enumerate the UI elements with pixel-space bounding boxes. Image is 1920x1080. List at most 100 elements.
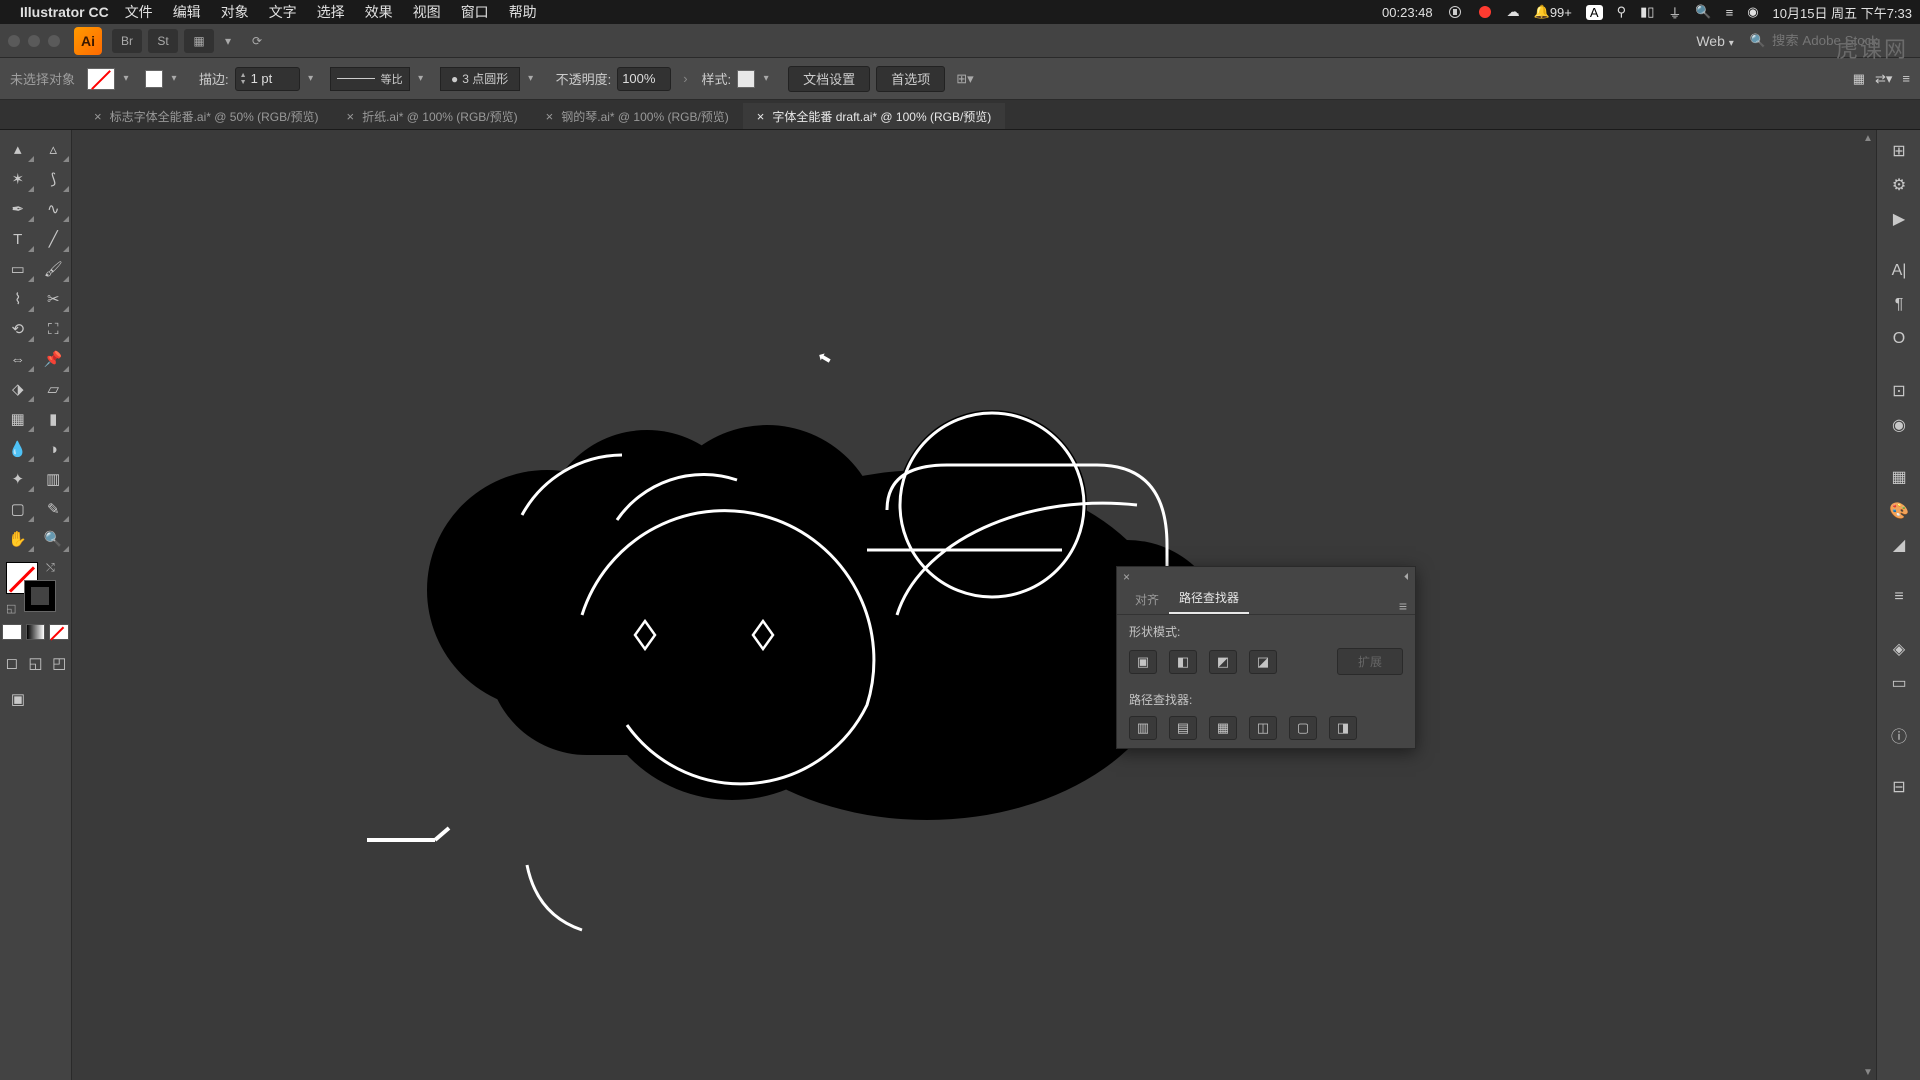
close-icon[interactable]: × (757, 109, 765, 124)
align-tab[interactable]: 对齐 (1125, 585, 1169, 614)
bluetooth-icon[interactable]: ⚲ (1617, 4, 1627, 20)
libraries-panel-icon[interactable]: ⚙ (1877, 168, 1920, 202)
fill-stroke-control[interactable]: ⤭ ◱ (6, 562, 71, 620)
wechat-icon[interactable]: ☁︎ (1507, 4, 1520, 20)
draw-normal-icon[interactable]: ◻ (0, 648, 24, 678)
shape-builder-tool[interactable]: ⬗ (0, 374, 36, 404)
window-controls[interactable] (8, 35, 60, 47)
opacity-field[interactable] (617, 67, 671, 91)
column-graph-tool[interactable]: ▥ (36, 464, 72, 494)
battery-icon[interactable]: ▮▯ (1640, 4, 1654, 20)
direct-selection-tool[interactable]: ▵ (36, 134, 72, 164)
screen-mode-icon[interactable]: ▣ (0, 684, 36, 714)
gpu-preview-icon[interactable]: ⟳ (242, 29, 272, 53)
rotate-tool[interactable]: ⟲ (0, 314, 36, 344)
app-name[interactable]: Illustrator CC (20, 4, 109, 20)
transform-panel-icon[interactable]: ⇄▾ (1875, 71, 1892, 87)
symbol-sprayer-tool[interactable]: ✦ (0, 464, 36, 494)
document-tab-active[interactable]: ×字体全能番 draft.ai* @ 100% (RGB/预览) (743, 103, 1006, 129)
panel-close-icon[interactable]: × (1123, 570, 1130, 584)
preferences-button[interactable]: 首选项 (876, 66, 945, 92)
perspective-tool[interactable]: ▱ (36, 374, 72, 404)
stroke-weight-input[interactable] (251, 71, 295, 86)
scale-tool[interactable]: ⛶ (36, 314, 72, 344)
document-setup-button[interactable]: 文档设置 (788, 66, 870, 92)
scroll-up-icon[interactable]: ▲ (1860, 130, 1876, 146)
panel-menu-icon[interactable]: ≡ (1902, 71, 1910, 86)
artboard-tool[interactable]: ▢ (0, 494, 36, 524)
close-icon[interactable]: × (94, 109, 102, 124)
crop-button[interactable]: ◫ (1249, 716, 1277, 740)
color-mode-solid[interactable] (2, 624, 22, 640)
control-center-icon[interactable]: ≡ (1726, 5, 1734, 20)
arrange-documents-button[interactable]: ▦ (184, 29, 214, 53)
pathfinder-panel[interactable]: × ⏴ 对齐 路径查找器 ≡ 形状模式: ▣ ◧ ◩ ◪ 扩展 路径查找器: ▥… (1116, 566, 1416, 749)
stroke-indicator[interactable] (24, 580, 56, 612)
intersect-button[interactable]: ◩ (1209, 650, 1237, 674)
pathfinder-tab[interactable]: 路径查找器 (1169, 583, 1249, 614)
draw-behind-icon[interactable]: ◱ (24, 648, 48, 678)
document-tab[interactable]: ×折纸.ai* @ 100% (RGB/预览) (332, 103, 531, 129)
outline-button[interactable]: ▢ (1289, 716, 1317, 740)
menu-select[interactable]: 选择 (317, 2, 345, 22)
close-icon[interactable]: × (546, 109, 554, 124)
align-to-icon[interactable]: ⊞▾ (956, 71, 973, 87)
fill-dropdown[interactable]: ▾ (119, 68, 133, 90)
isolate-icon[interactable]: ▦ (1853, 71, 1865, 87)
menu-edit[interactable]: 编辑 (173, 2, 201, 22)
search-input[interactable] (1772, 33, 1912, 48)
stock-button[interactable]: St (148, 29, 178, 53)
mesh-tool[interactable]: ▦ (0, 404, 36, 434)
draw-inside-icon[interactable]: ◰ (47, 648, 71, 678)
menu-effect[interactable]: 效果 (365, 2, 393, 22)
eyedropper-tool[interactable]: 💧 (0, 434, 36, 464)
opacity-flyout[interactable]: › (683, 71, 687, 86)
style-dropdown[interactable]: ▾ (759, 68, 773, 90)
hand-tool[interactable]: ✋ (0, 524, 36, 554)
layers-panel-icon[interactable]: ◈ (1877, 632, 1920, 666)
menu-object[interactable]: 对象 (221, 2, 249, 22)
align-panel-icon[interactable]: ⊟ (1877, 770, 1920, 804)
stroke-weight-dropdown[interactable]: ▾ (304, 68, 318, 90)
close-icon[interactable]: × (346, 109, 354, 124)
arrange-dropdown[interactable]: ▾ (220, 29, 236, 53)
swatches-panel-icon[interactable]: ▦ (1877, 460, 1920, 494)
trim-button[interactable]: ▤ (1169, 716, 1197, 740)
line-tool[interactable]: ╱ (36, 224, 72, 254)
default-fill-stroke-icon[interactable]: ◱ (6, 602, 16, 615)
fill-swatch[interactable] (87, 68, 115, 90)
stroke-dropdown[interactable]: ▾ (167, 68, 181, 90)
color-mode-gradient[interactable] (26, 624, 46, 640)
canvas[interactable]: ⬉ (72, 130, 1876, 1080)
merge-button[interactable]: ▦ (1209, 716, 1237, 740)
minus-back-button[interactable]: ◨ (1329, 716, 1357, 740)
gradient-panel-icon[interactable]: ◢ (1877, 528, 1920, 562)
appearance-panel-icon[interactable]: ◉ (1877, 408, 1920, 442)
scroll-down-icon[interactable]: ▼ (1860, 1064, 1876, 1080)
vertical-scrollbar[interactable]: ▲ ▼ (1860, 130, 1876, 1080)
color-panel-icon[interactable]: 🎨 (1877, 494, 1920, 528)
bridge-button[interactable]: Br (112, 29, 142, 53)
minus-front-button[interactable]: ◧ (1169, 650, 1197, 674)
divide-button[interactable]: ▥ (1129, 716, 1157, 740)
paintbrush-tool[interactable]: 🖌 (36, 254, 72, 284)
menu-help[interactable]: 帮助 (509, 2, 537, 22)
gradient-tool[interactable]: ▮ (36, 404, 72, 434)
artwork-vector[interactable] (367, 385, 1227, 825)
character-panel-icon[interactable]: A| (1877, 254, 1920, 288)
menu-file[interactable]: 文件 (125, 2, 153, 22)
blend-tool[interactable]: ◑ (36, 434, 72, 464)
document-tab[interactable]: ×标志字体全能番.ai* @ 50% (RGB/预览) (80, 103, 332, 129)
exclude-button[interactable]: ◪ (1249, 650, 1277, 674)
zoom-tool[interactable]: 🔍 (36, 524, 72, 554)
color-mode-none[interactable] (49, 624, 69, 640)
actions-panel-icon[interactable]: ▶ (1877, 202, 1920, 236)
rectangle-tool[interactable]: ▭ (0, 254, 36, 284)
pause-icon[interactable] (1449, 6, 1461, 18)
shaper-tool[interactable]: ⌇ (0, 284, 36, 314)
clock[interactable]: 10月15日 周五 下午7:33 (1773, 3, 1912, 22)
info-panel-icon[interactable]: ⓘ (1877, 718, 1920, 752)
stroke-weight-stepper[interactable]: ▲▼ (235, 67, 300, 91)
free-transform-tool[interactable]: 📌 (36, 344, 72, 374)
wifi-icon[interactable]: ⏚ (1668, 3, 1681, 22)
